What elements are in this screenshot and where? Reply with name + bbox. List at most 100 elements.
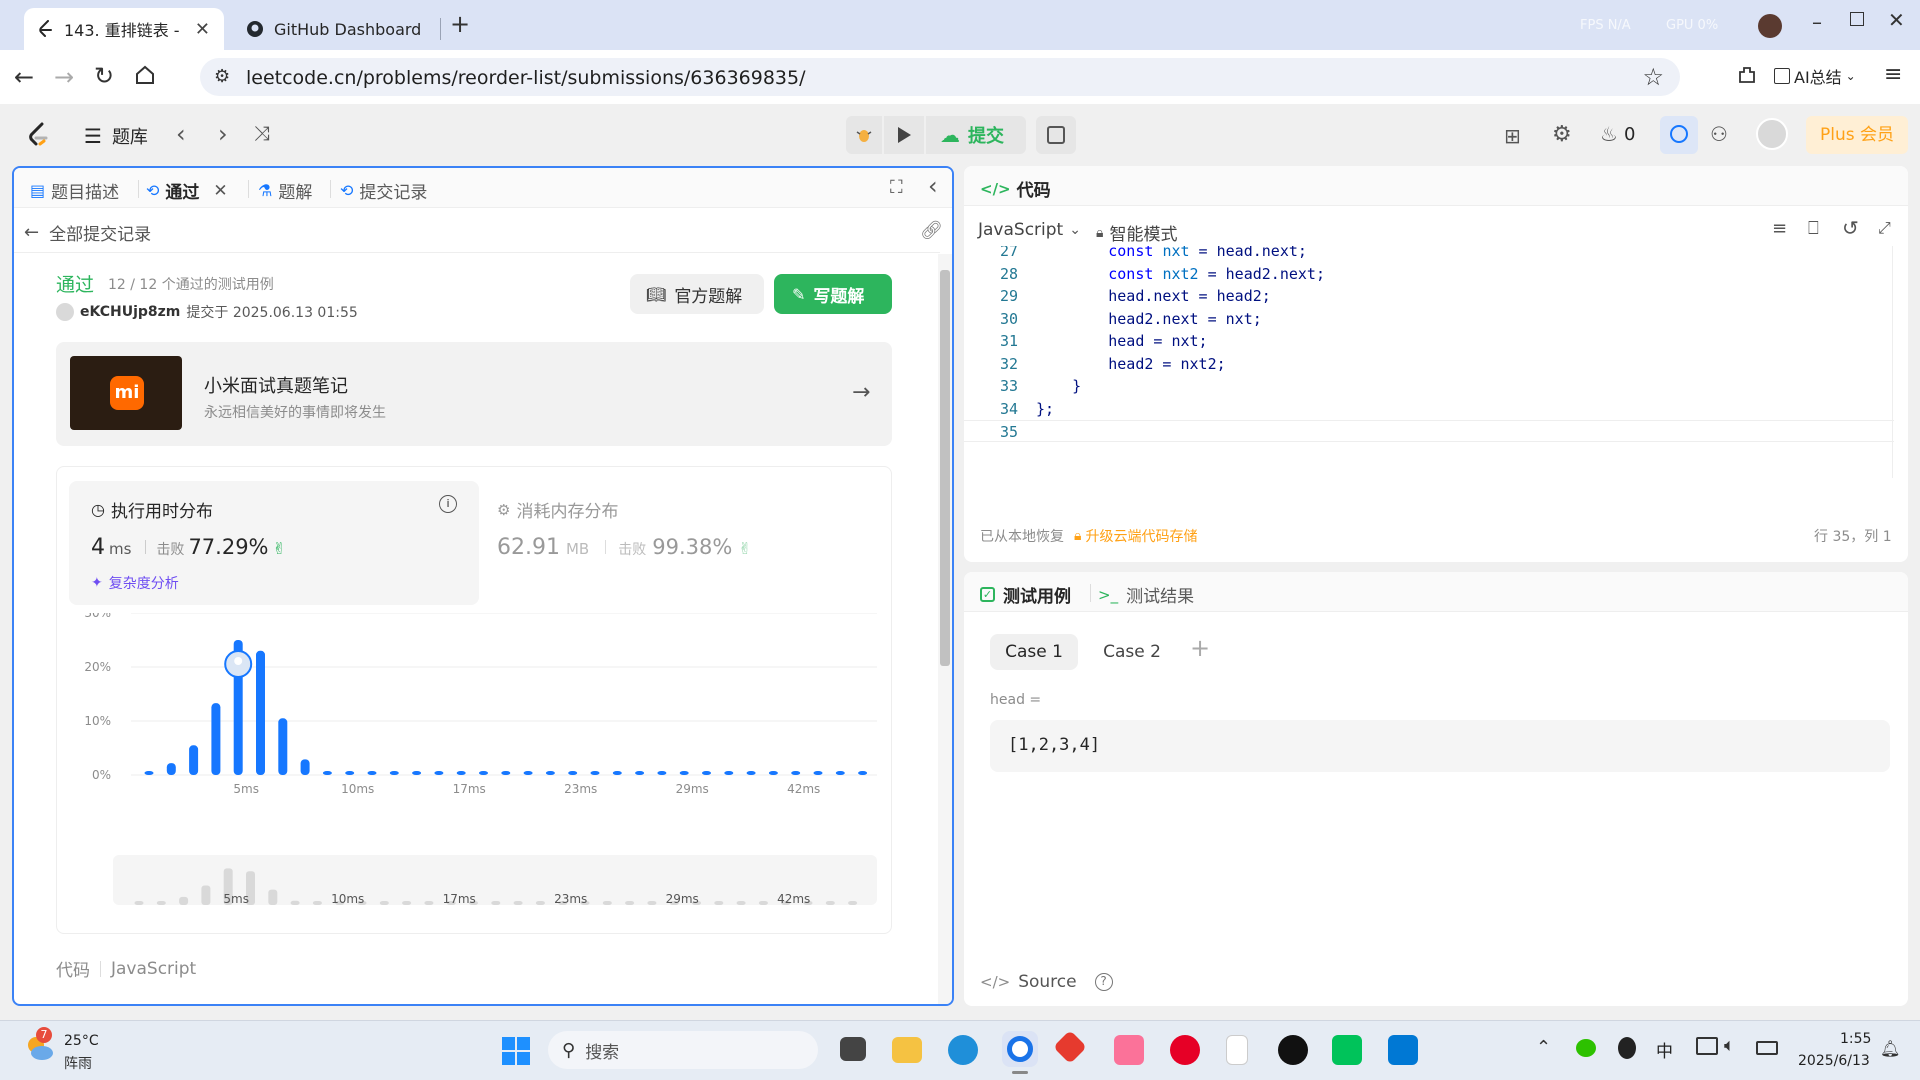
smart-mode-toggle[interactable]: 🔒︎ 智能模式 (1096, 220, 1177, 246)
code-line[interactable]: 29 head.next = head2; (964, 285, 1894, 307)
bilibili-icon[interactable] (1114, 1035, 1144, 1065)
address-bar[interactable]: ⚙ leetcode.cn/problems/reorder-list/subm… (200, 58, 1680, 96)
show-hidden-icons[interactable]: ⌃ (1536, 1037, 1551, 1058)
add-case-icon[interactable]: + (1190, 634, 1210, 662)
all-submissions-link[interactable]: ← 全部提交记录 (24, 220, 151, 245)
extensions-icon[interactable] (1736, 64, 1758, 86)
streak-counter[interactable]: ♨ 0 (1600, 122, 1635, 146)
code-line[interactable]: 32 head2 = nxt2; (964, 353, 1894, 375)
scrollbar[interactable] (938, 254, 952, 1004)
weather-icon[interactable]: 7 (22, 1027, 56, 1065)
code-line[interactable]: 33 } (964, 375, 1894, 397)
runtime-stats[interactable]: ◷ 执行用时分布 i 4 ms 击败 77.29% ✌ ✦ 复杂度分析 (69, 481, 479, 605)
expand-icon[interactable]: ⤢ (1878, 218, 1891, 238)
browser-menu-icon[interactable]: ≡ (1884, 62, 1902, 87)
vscode-icon[interactable] (1388, 1035, 1418, 1065)
code-line[interactable]: 34}; (964, 398, 1894, 420)
language-select[interactable]: JavaScript ⌄ (978, 220, 1081, 240)
format-icon[interactable]: ≡ (1772, 218, 1787, 239)
runtime-distribution-chart[interactable]: 30% 20% 10% 0% 5ms 10ms 17ms 23ms 29ms 42ms 5ms 10m… (57, 613, 891, 923)
notes-button[interactable] (1036, 116, 1076, 154)
user-avatar[interactable] (1756, 118, 1788, 150)
edge-icon[interactable] (948, 1035, 978, 1065)
ime-indicator[interactable]: 中 (1656, 1037, 1673, 1062)
start-windows-icon[interactable] (502, 1037, 530, 1065)
promo-banner[interactable]: mi 小米面试真题笔记 永远相信美好的事情即将发生 → (56, 342, 892, 446)
prev-problem-icon[interactable]: ‹ (176, 120, 186, 148)
editor-scrollbar[interactable] (1892, 246, 1900, 478)
netease-music-icon[interactable] (1170, 1035, 1200, 1065)
help-icon[interactable]: ? (1094, 973, 1113, 991)
qq-icon[interactable] (1278, 1035, 1308, 1065)
case-tab-2[interactable]: Case 2 (1088, 634, 1176, 670)
qq-tray-icon[interactable] (1618, 1037, 1636, 1059)
scrollbar-thumb[interactable] (940, 270, 950, 666)
code-area[interactable]: 27 const nxt = head.next; 28 const nxt2 =… (964, 246, 1894, 442)
clock-time[interactable]: 1:55 (1840, 1031, 1871, 1047)
memory-stats[interactable]: ⚙ 消耗内存分布 62.91 MB 击败 99.38% ✌ (497, 481, 877, 605)
volume-icon[interactable]: 🔈︎ (1724, 1035, 1735, 1056)
submit-button[interactable]: ☁ 提交 (926, 116, 1026, 154)
close-tab-icon[interactable]: ✕ (195, 19, 210, 40)
run-button[interactable] (884, 116, 924, 154)
minimize-icon[interactable]: – (1812, 10, 1822, 34)
home-icon[interactable] (134, 64, 156, 86)
tab-accepted[interactable]: ⟲ 通过 ✕ (146, 178, 228, 204)
document-app-icon[interactable] (1226, 1035, 1248, 1065)
weather-temp[interactable]: 25°C (64, 1033, 99, 1049)
complexity-analysis-link[interactable]: ✦ 复杂度分析 (91, 573, 179, 593)
debug-button[interactable] (846, 116, 882, 154)
add-friend-icon[interactable]: ⚇ (1710, 122, 1728, 146)
back-icon[interactable]: ← (14, 63, 34, 91)
problem-list-button[interactable]: ☰ 题库 (84, 123, 148, 149)
source-link[interactable]: </> Source ? (980, 972, 1113, 992)
app-icon-red[interactable] (1053, 1030, 1087, 1064)
code-line[interactable]: 27 const nxt = head.next; (964, 246, 1894, 262)
write-solution-button[interactable]: ✎ 写题解 (774, 274, 892, 314)
file-explorer-icon[interactable] (892, 1037, 922, 1063)
chrome-icon[interactable] (1002, 1031, 1038, 1067)
clock-date[interactable]: 2025/6/13 (1798, 1053, 1870, 1069)
layout-icon[interactable]: ⊞ (1504, 124, 1521, 148)
profile-avatar[interactable] (1758, 14, 1782, 38)
leetcode-logo-icon[interactable] (28, 122, 50, 148)
notification-bell-icon[interactable]: 🔔︎ (1880, 1039, 1900, 1058)
browser-tab-leetcode[interactable]: 143. 重排链表 - 力 ✕ (24, 8, 224, 50)
code-line[interactable]: 31 head = nxt; (964, 330, 1894, 352)
reload-icon[interactable]: ↻ (94, 62, 114, 90)
plus-member-button[interactable]: Plus 会员 (1806, 116, 1908, 154)
timer-button[interactable] (1660, 116, 1698, 154)
ai-summary-button[interactable]: AI总结 ⌄ (1774, 64, 1856, 88)
param-input[interactable]: [1,2,3,4] (990, 720, 1890, 772)
next-problem-icon[interactable]: › (218, 120, 228, 148)
close-tab-icon[interactable]: ✕ (213, 181, 227, 201)
code-line[interactable]: 30 head2.next = nxt; (964, 308, 1894, 330)
code-line[interactable]: 28 const nxt2 = head2.next; (964, 263, 1894, 285)
editor-tab[interactable]: </> 代码 (980, 176, 1051, 202)
tab-solutions[interactable]: ⚗ 题解 (258, 178, 312, 203)
forward-icon[interactable]: → (54, 63, 74, 91)
tab-description[interactable]: ▤ 题目描述 (30, 178, 119, 203)
site-info-icon[interactable]: ⚙ (214, 66, 230, 87)
fullscreen-icon[interactable]: ⛶ (890, 177, 903, 198)
task-view-icon[interactable] (840, 1037, 866, 1061)
close-window-icon[interactable]: ✕ (1888, 8, 1905, 32)
network-icon[interactable] (1696, 1037, 1718, 1055)
wechat-tray-icon[interactable] (1576, 1039, 1596, 1057)
username[interactable]: eKCHUjp8zm (80, 304, 180, 320)
tab-test-result[interactable]: >_ 测试结果 (1098, 582, 1194, 608)
bookmark-star-icon[interactable]: ☆ (1642, 63, 1664, 91)
settings-gear-icon[interactable]: ⚙ (1552, 122, 1572, 147)
battery-icon[interactable] (1756, 1041, 1778, 1055)
info-icon[interactable]: i (439, 495, 457, 513)
new-tab-button[interactable]: + (450, 10, 470, 38)
tab-submissions[interactable]: ⟲ 提交记录 (340, 178, 427, 203)
upgrade-storage-link[interactable]: 升级云端代码存储 (1085, 526, 1197, 546)
code-line[interactable]: 35 (964, 420, 1894, 442)
case-tab-1[interactable]: Case 1 (990, 634, 1078, 670)
collapse-panel-icon[interactable]: ‹ (928, 172, 938, 200)
taskbar-search[interactable]: ⚲ 搜索 (548, 1031, 818, 1069)
share-link-icon[interactable]: 🔗︎ (920, 220, 943, 241)
browser-tab-github[interactable]: GitHub Dashboard (232, 8, 442, 50)
bookmark-icon[interactable]: ⎕ (1808, 218, 1819, 239)
